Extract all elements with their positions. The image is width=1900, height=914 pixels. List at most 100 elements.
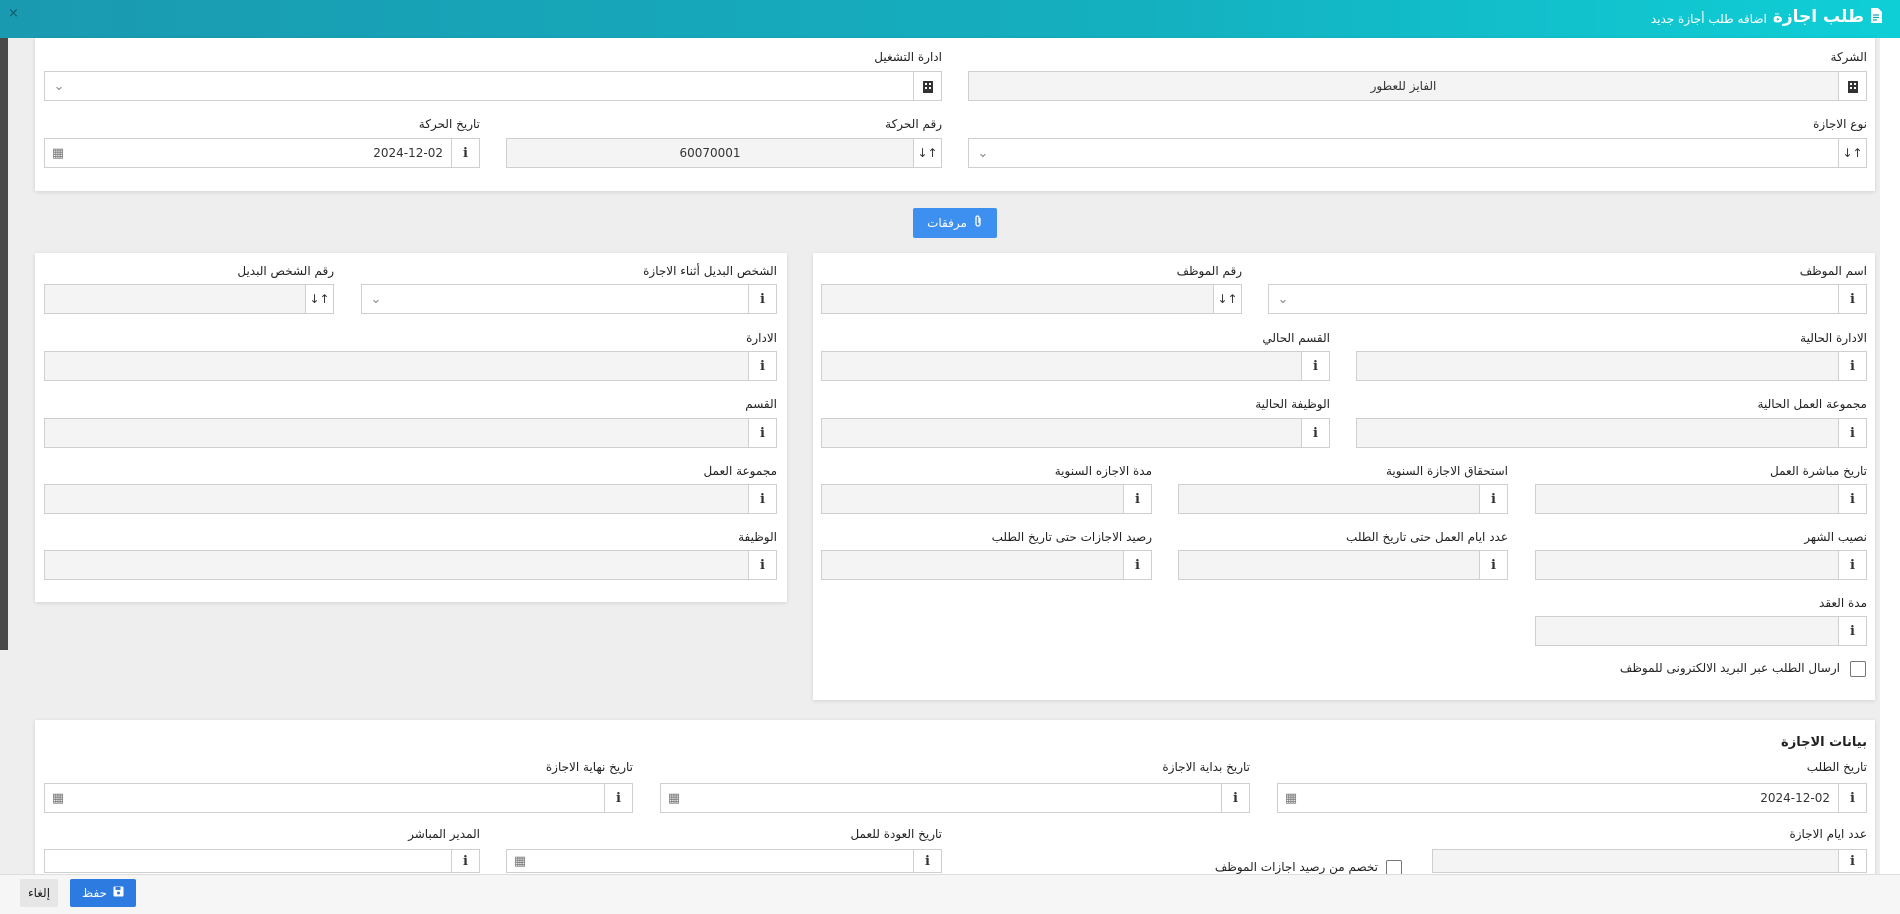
substitute-job-field: i bbox=[44, 550, 777, 580]
info-icon[interactable]: i bbox=[748, 419, 776, 447]
calendar-icon[interactable]: ▦ bbox=[507, 850, 533, 872]
chevron-down-icon[interactable]: ⌄ bbox=[1269, 285, 1297, 313]
info-icon[interactable]: i bbox=[1838, 352, 1866, 380]
operating-value bbox=[73, 72, 913, 100]
info-icon[interactable]: i bbox=[1838, 285, 1866, 313]
info-icon[interactable]: i bbox=[748, 352, 776, 380]
employee-name-select[interactable]: ⌄ i bbox=[1268, 284, 1867, 314]
request-date-label: تاريخ الطلب bbox=[1806, 760, 1867, 774]
balance-label: رصيد الاجازات حتى تاريخ الطلب bbox=[991, 530, 1152, 544]
substitute-person-label: الشخص البديل أثناء الاجازة bbox=[643, 264, 777, 278]
info-icon[interactable]: i bbox=[1838, 485, 1866, 513]
info-icon[interactable]: i bbox=[748, 551, 776, 579]
info-icon[interactable]: i bbox=[1221, 784, 1249, 812]
info-icon[interactable]: i bbox=[1301, 352, 1329, 380]
return-date-field[interactable]: ▦ i bbox=[506, 849, 942, 873]
current-group-field: i bbox=[1356, 418, 1867, 448]
title-bar: طلب اجازة اضافه طلب أجازة جديد × bbox=[0, 0, 1900, 38]
substitute-person-select[interactable]: ⌄ i bbox=[361, 284, 777, 314]
save-label: حفظ bbox=[82, 886, 107, 900]
chevron-down-icon[interactable]: ⌄ bbox=[362, 285, 390, 313]
attachments-label: مرفقات bbox=[927, 216, 967, 230]
info-icon[interactable]: i bbox=[913, 850, 941, 872]
leave-days-field: i bbox=[1432, 849, 1867, 873]
current-section-field: i bbox=[821, 351, 1330, 381]
save-button[interactable]: حفظ bbox=[70, 879, 136, 907]
top-panel bbox=[35, 38, 1875, 191]
info-icon[interactable]: i bbox=[748, 285, 776, 313]
movement-no-value: 60070001 bbox=[679, 146, 741, 160]
info-icon[interactable]: i bbox=[1838, 850, 1866, 872]
info-icon[interactable]: i bbox=[1838, 419, 1866, 447]
leave-start-field[interactable]: ▦ i bbox=[660, 783, 1250, 813]
save-icon bbox=[113, 886, 124, 900]
substitute-section-field: i bbox=[44, 418, 777, 448]
info-icon[interactable]: i bbox=[1123, 551, 1151, 579]
info-icon[interactable]: i bbox=[1838, 551, 1866, 579]
substitute-number-field: ↓↑ bbox=[44, 284, 334, 314]
right-gutter bbox=[1880, 38, 1900, 880]
info-icon[interactable]: i bbox=[1479, 485, 1507, 513]
page-subtitle: اضافه طلب أجازة جديد bbox=[1650, 11, 1767, 26]
request-date-field[interactable]: ▦ 2024-12-02 i bbox=[1277, 783, 1867, 813]
sort-icon: ↓↑ bbox=[1838, 139, 1866, 167]
annual-duration-label: مدة الاجازه السنوية bbox=[1054, 464, 1152, 478]
calendar-icon[interactable]: ▦ bbox=[45, 139, 71, 167]
cancel-button[interactable]: إلغاء bbox=[20, 879, 58, 907]
info-icon[interactable]: i bbox=[1479, 551, 1507, 579]
leave-end-field[interactable]: ▦ i bbox=[44, 783, 633, 813]
balance-field: i bbox=[821, 550, 1152, 580]
sort-icon: ↓↑ bbox=[913, 139, 941, 167]
start-date-label: تاريخ مباشرة العمل bbox=[1770, 464, 1867, 478]
window-title: طلب اجازة اضافه طلب أجازة جديد bbox=[1651, 7, 1882, 27]
employee-number-label: رقم الموظف bbox=[1176, 264, 1242, 278]
calendar-icon[interactable]: ▦ bbox=[661, 784, 687, 812]
month-share-label: نصيب الشهر bbox=[1804, 530, 1867, 544]
footer-bar bbox=[0, 874, 1900, 914]
leave-end-label: تاريخ نهاية الاجازة bbox=[545, 760, 633, 774]
leave-days-label: عدد ايام الاجازة bbox=[1789, 827, 1867, 841]
annual-entitlement-label: استحقاق الاجازة السنوية bbox=[1385, 464, 1508, 478]
manager-label: المدير المباشر bbox=[408, 827, 480, 841]
info-icon[interactable]: i bbox=[604, 784, 632, 812]
substitute-number-label: رقم الشخص البديل bbox=[237, 264, 334, 278]
substitute-group-field: i bbox=[44, 484, 777, 514]
current-dept-field: i bbox=[1356, 351, 1867, 381]
info-icon[interactable]: i bbox=[1838, 617, 1866, 645]
leave-section-title: بيانات الاجازة bbox=[1781, 735, 1867, 750]
attachments-button[interactable]: مرفقات bbox=[913, 208, 997, 238]
operating-select[interactable]: ⌄ bbox=[44, 71, 942, 101]
info-icon[interactable]: i bbox=[451, 139, 479, 167]
annual-entitlement-field: i bbox=[1178, 484, 1508, 514]
manager-field[interactable]: i bbox=[44, 849, 480, 873]
request-date-value: 2024-12-02 bbox=[1760, 791, 1830, 805]
current-job-label: الوظيفة الحالية bbox=[1255, 397, 1330, 411]
email-label: ارسال الطلب عبر البريد الالكترونى للموظف bbox=[1619, 661, 1840, 675]
chevron-down-icon[interactable]: ⌄ bbox=[45, 72, 73, 100]
info-icon[interactable]: i bbox=[748, 485, 776, 513]
info-icon[interactable]: i bbox=[1301, 419, 1329, 447]
leave-type-value bbox=[997, 139, 1838, 167]
leave-start-label: تاريخ بداية الاجازة bbox=[1162, 760, 1250, 774]
operating-label: ادارة التشغيل bbox=[874, 50, 942, 64]
current-dept-label: الادارة الحالية bbox=[1800, 331, 1867, 345]
info-icon[interactable]: i bbox=[1123, 485, 1151, 513]
workdays-label: عدد ايام العمل حتى تاريخ الطلب bbox=[1346, 530, 1508, 544]
company-label: الشركة bbox=[1830, 50, 1867, 64]
company-field: الفايز للعطور bbox=[968, 71, 1867, 101]
info-icon[interactable]: i bbox=[451, 850, 479, 872]
chevron-down-icon[interactable]: ⌄ bbox=[969, 139, 997, 167]
close-icon[interactable]: × bbox=[8, 6, 19, 21]
email-checkbox[interactable] bbox=[1850, 661, 1866, 677]
calendar-icon[interactable]: ▦ bbox=[1278, 784, 1304, 812]
sort-icon: ↓↑ bbox=[1213, 285, 1241, 313]
calendar-icon[interactable]: ▦ bbox=[45, 784, 71, 812]
page-title: طلب اجازة bbox=[1772, 7, 1864, 27]
workdays-field: i bbox=[1178, 550, 1508, 580]
movement-date-field[interactable]: ▦ 2024-12-02 i bbox=[44, 138, 480, 168]
current-section-label: القسم الحالي bbox=[1262, 331, 1330, 345]
info-icon[interactable]: i bbox=[1838, 784, 1866, 812]
movement-no-label: رقم الحركة bbox=[885, 117, 942, 131]
substitute-dept-label: الادارة bbox=[746, 331, 777, 345]
leave-type-select[interactable]: ⌄ ↓↑ bbox=[968, 138, 1867, 168]
